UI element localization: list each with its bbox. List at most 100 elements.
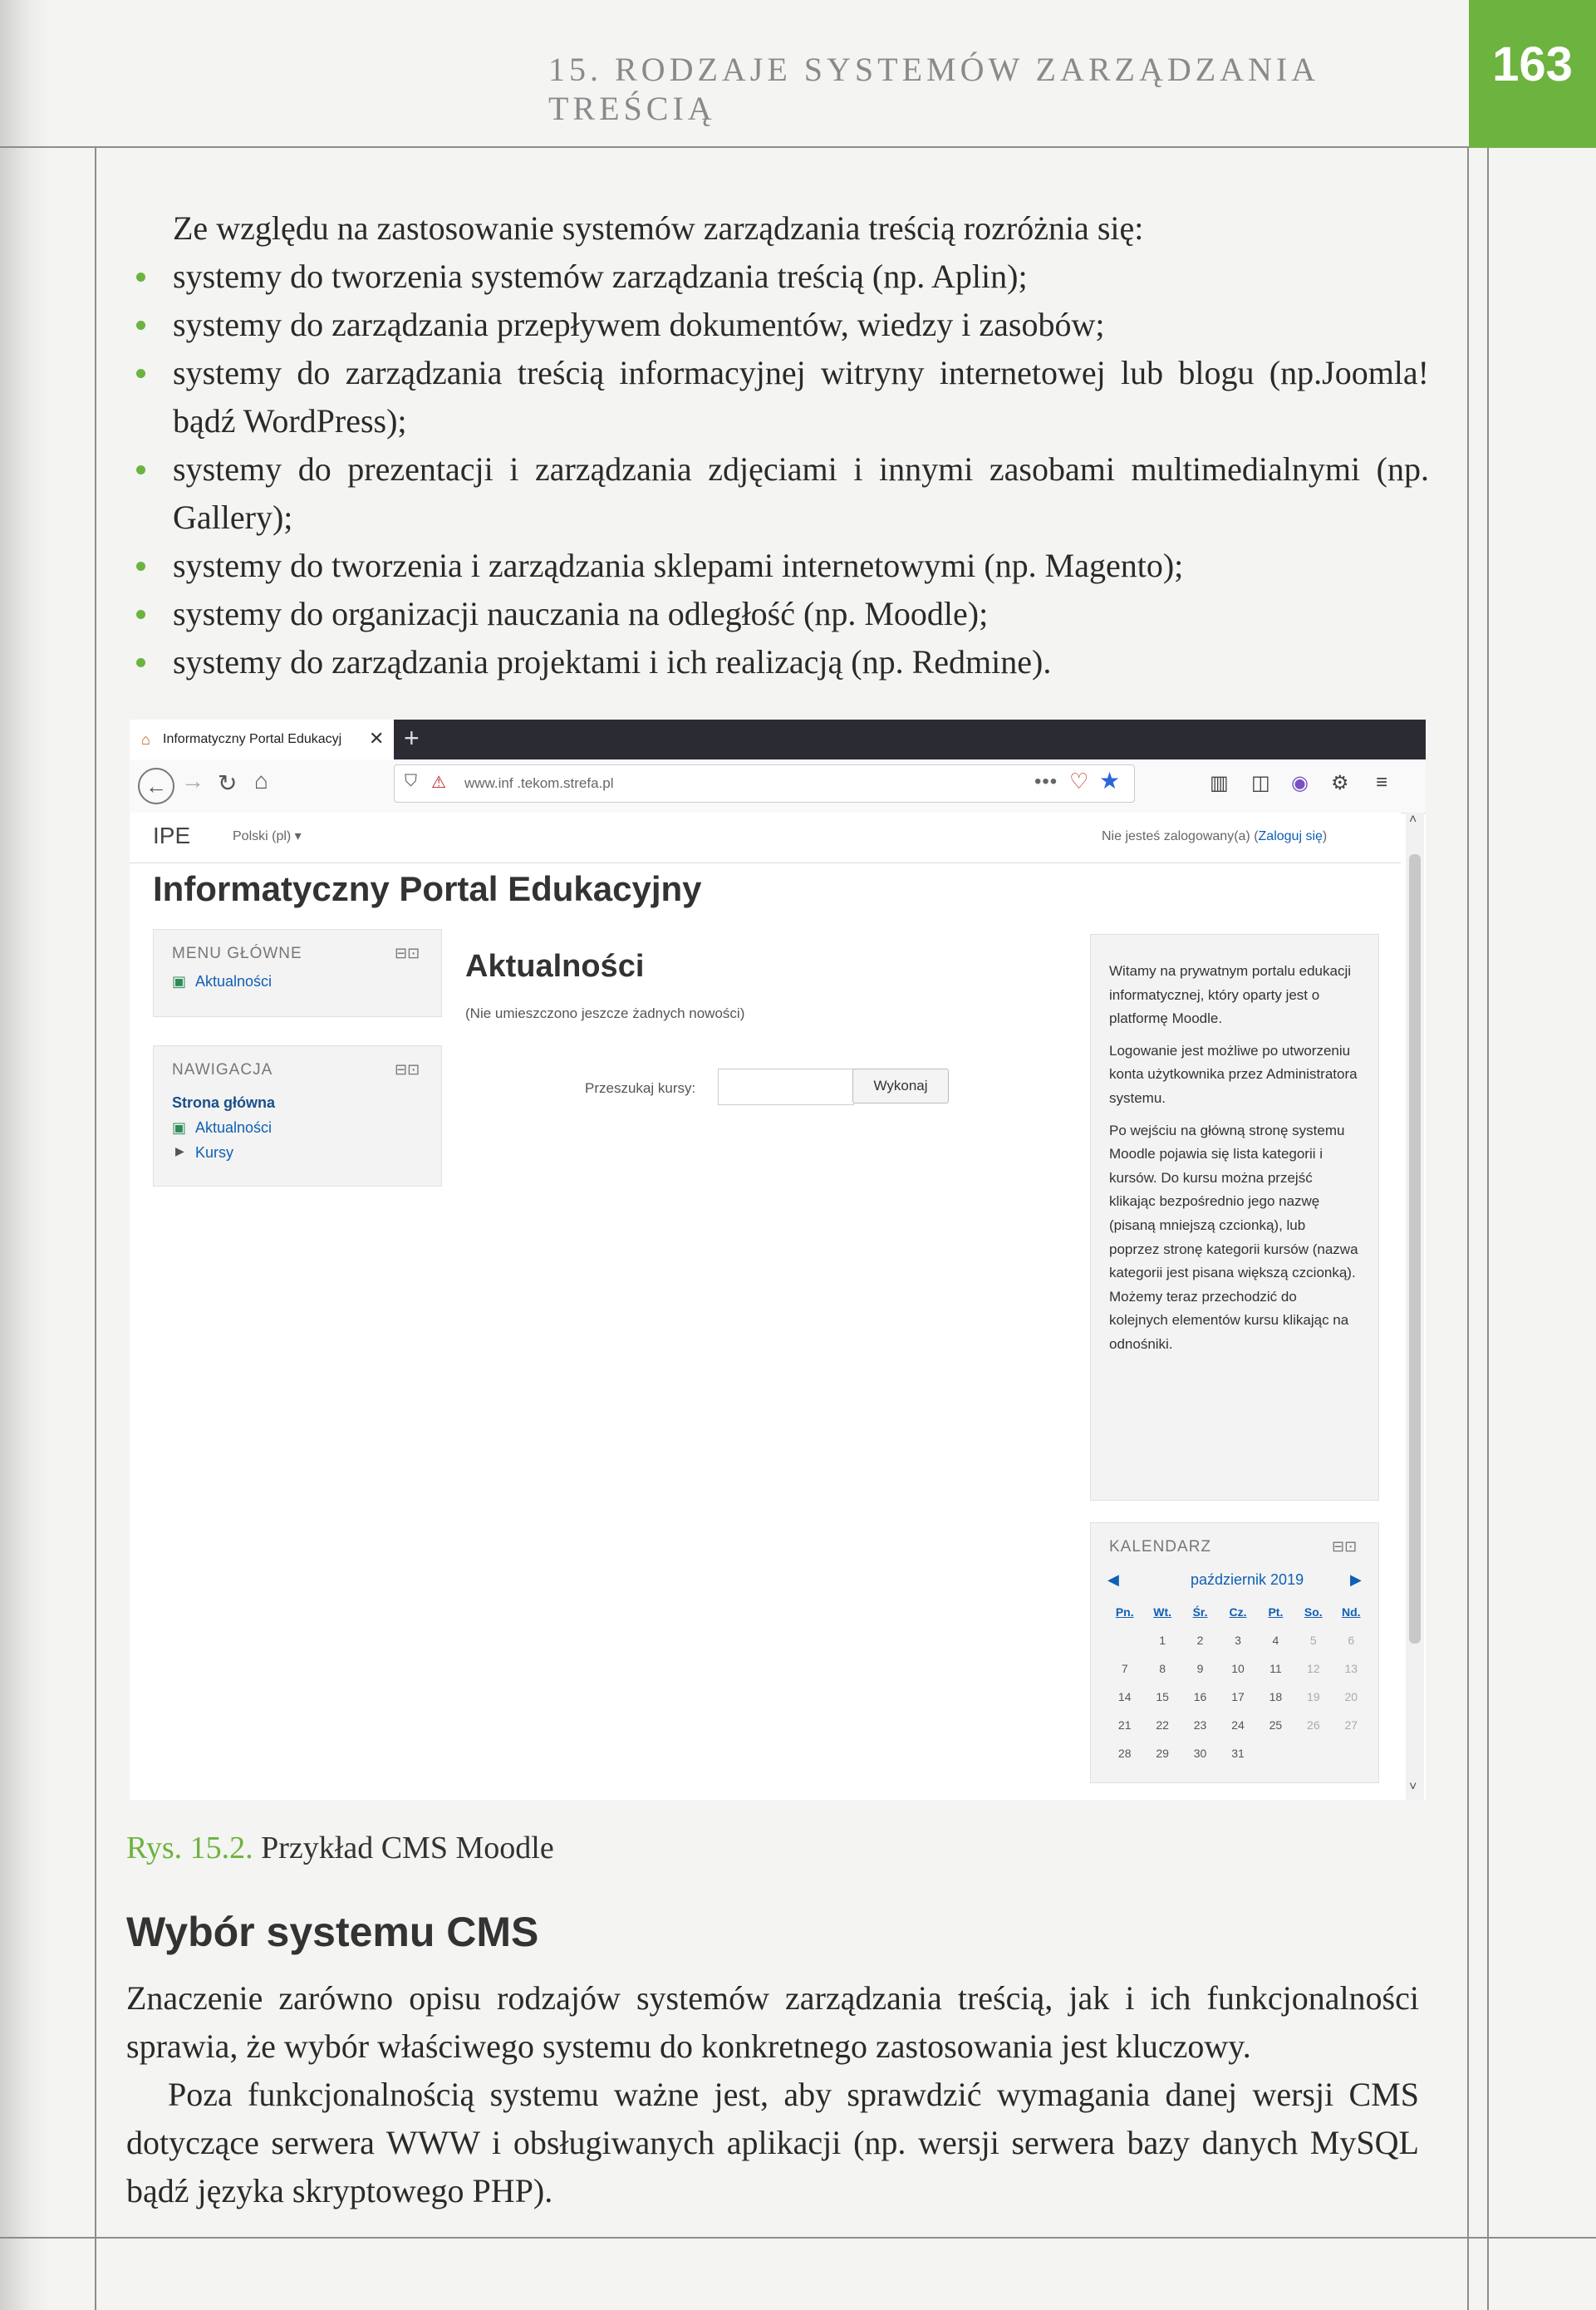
forward-arrow-icon[interactable]: → — [181, 768, 204, 794]
calendar-day[interactable]: 10 — [1219, 1654, 1256, 1683]
menu-link-news[interactable]: Aktualności — [195, 973, 272, 990]
course-search-input[interactable] — [718, 1069, 854, 1105]
scroll-up-icon[interactable]: ˄ — [1409, 813, 1417, 828]
calendar-day[interactable]: 3 — [1219, 1626, 1256, 1654]
menu-hamburger-icon[interactable]: ≡ — [1376, 771, 1387, 794]
calendar-day[interactable]: 5 — [1294, 1626, 1332, 1654]
calendar-day[interactable]: 25 — [1257, 1711, 1294, 1739]
calendar-day[interactable]: 1 — [1143, 1626, 1181, 1654]
login-link[interactable]: Zaloguj się — [1259, 829, 1323, 843]
site-brand[interactable]: IPE — [153, 823, 190, 849]
url-text: www.inf .tekom.strefa.pl — [464, 775, 614, 791]
address-bar[interactable]: ⛉ ⚠ www.inf .tekom.strefa.pl ••• ♡ ★ — [394, 764, 1135, 803]
list-item: systemy do organizacji nauczania na odle… — [133, 590, 1429, 638]
section-heading: Wybór systemu CMS — [126, 1909, 539, 1955]
calendar-day[interactable]: 20 — [1333, 1683, 1370, 1711]
calendar-day[interactable]: 7 — [1106, 1654, 1143, 1683]
library-icon[interactable]: ▥ — [1210, 771, 1229, 795]
calendar-day[interactable]: 31 — [1219, 1739, 1256, 1767]
forum-icon: ▣ — [172, 973, 187, 990]
calendar-day[interactable]: 9 — [1181, 1654, 1219, 1683]
calendar-grid: Pn. Wt. Śr. Cz. Pt. So. Nd. 1 2 3 4 5 6 … — [1106, 1598, 1370, 1767]
cms-types-list: systemy do tworzenia systemów zarządzani… — [133, 253, 1429, 686]
calendar-day[interactable]: 17 — [1219, 1683, 1256, 1711]
calendar-day[interactable]: 16 — [1181, 1683, 1219, 1711]
browser-toolbar: ← → ↻ ⌂ ⛉ ⚠ www.inf .tekom.strefa.pl •••… — [130, 759, 1426, 813]
calendar-day — [1106, 1626, 1143, 1654]
weekday-header: Pn. — [1115, 1605, 1134, 1619]
calendar-day[interactable]: 24 — [1219, 1711, 1256, 1739]
calendar-day[interactable]: 19 — [1294, 1683, 1332, 1711]
list-item: systemy do zarządzania projektami i ich … — [133, 638, 1429, 686]
browser-tab-bar: ⌂ Informatyczny Portal Edukacyj ✕ + — [130, 720, 1426, 759]
page-actions-icon[interactable]: ••• — [1034, 770, 1058, 794]
block-dock-icon[interactable]: ⊟⊡ — [395, 1061, 420, 1079]
list-item: systemy do tworzenia i zarządzania sklep… — [133, 542, 1429, 590]
intro-sentence: Ze względu na zastosowanie systemów zarz… — [173, 209, 1144, 247]
block-title: KALENDARZ — [1109, 1538, 1212, 1556]
prev-month-icon[interactable]: ◀ — [1107, 1571, 1119, 1589]
calendar-day[interactable]: 29 — [1143, 1739, 1181, 1767]
calendar-day[interactable]: 27 — [1333, 1711, 1370, 1739]
calendar-month[interactable]: październik 2019 — [1191, 1571, 1304, 1589]
pocket-icon[interactable]: ♡ — [1069, 769, 1088, 794]
scroll-thumb[interactable] — [1409, 854, 1421, 1644]
browser-tab[interactable]: ⌂ Informatyczny Portal Edukacyj ✕ — [130, 720, 394, 759]
tab-title: Informatyczny Portal Edukacyj — [163, 732, 342, 746]
site-intro-block: Witamy na prywatnym portalu edukacji inf… — [1090, 934, 1379, 1501]
calendar-day[interactable]: 6 — [1333, 1626, 1370, 1654]
scroll-down-icon[interactable]: ˅ — [1409, 1780, 1417, 1795]
main-menu-block: MENU GŁÓWNE ⊟⊡ ▣ Aktualności — [153, 929, 442, 1017]
nav-link-news[interactable]: Aktualności — [195, 1119, 272, 1137]
tab-close-icon[interactable]: ✕ — [369, 728, 384, 750]
calendar-day[interactable]: 26 — [1294, 1711, 1332, 1739]
settings-gear-icon[interactable]: ⚙ — [1331, 771, 1349, 795]
reload-icon[interactable]: ↻ — [218, 769, 237, 797]
nav-link-courses[interactable]: Kursy — [195, 1144, 233, 1162]
intro-paragraph: Po wejściu na główną stronę systemu Mood… — [1109, 1122, 1358, 1352]
language-select[interactable]: Polski (pl) ▾ — [233, 828, 302, 844]
course-search-label: Przeszukaj kursy: — [585, 1080, 696, 1096]
block-title: NAWIGACJA — [172, 1061, 273, 1079]
bookmark-star-icon[interactable]: ★ — [1099, 767, 1120, 794]
footer-rule — [0, 2237, 1596, 2239]
new-tab-button[interactable]: + — [404, 723, 420, 754]
block-title: MENU GŁÓWNE — [172, 945, 302, 962]
calendar-day — [1333, 1739, 1370, 1767]
calendar-day[interactable]: 2 — [1181, 1626, 1219, 1654]
login-suffix: ) — [1322, 829, 1328, 843]
intro-text: Witamy na prywatnym portalu edukacji inf… — [1109, 960, 1358, 1365]
nav-home-link[interactable]: Strona główna — [172, 1094, 275, 1112]
calendar-day[interactable]: 28 — [1106, 1739, 1143, 1767]
next-month-icon[interactable]: ▶ — [1350, 1571, 1362, 1589]
calendar-day[interactable]: 15 — [1143, 1683, 1181, 1711]
figure-caption: Rys. 15.2. Przykład CMS Moodle — [126, 1830, 554, 1866]
calendar-day[interactable]: 11 — [1257, 1654, 1294, 1683]
calendar-day[interactable]: 8 — [1143, 1654, 1181, 1683]
back-arrow-icon[interactable]: ← — [138, 768, 174, 804]
home-icon[interactable]: ⌂ — [254, 768, 268, 794]
weekday-header: Cz. — [1229, 1605, 1247, 1619]
block-dock-icon[interactable]: ⊟⊡ — [1332, 1538, 1357, 1556]
calendar-day — [1294, 1739, 1332, 1767]
tracking-shield-icon: ⛉ — [405, 772, 417, 790]
frame-right-line-outer — [1487, 146, 1489, 2310]
expand-arrow-icon[interactable]: ▶ — [175, 1144, 184, 1158]
intro-paragraph: Logowanie jest możliwe po utworzeniu kon… — [1109, 1042, 1358, 1106]
calendar-day[interactable]: 13 — [1333, 1654, 1370, 1683]
calendar-day[interactable]: 12 — [1294, 1654, 1332, 1683]
calendar-day[interactable]: 4 — [1257, 1626, 1294, 1654]
calendar-day[interactable]: 21 — [1106, 1711, 1143, 1739]
search-submit-button[interactable]: Wykonaj — [852, 1069, 949, 1103]
sidebar-icon[interactable]: ◫ — [1251, 771, 1270, 795]
calendar-day[interactable]: 14 — [1106, 1683, 1143, 1711]
calendar-day[interactable]: 30 — [1181, 1739, 1219, 1767]
extension-icon[interactable]: ◉ — [1291, 771, 1309, 795]
weekday-header: So. — [1304, 1605, 1323, 1619]
calendar-day[interactable]: 22 — [1143, 1711, 1181, 1739]
page-scrollbar[interactable]: ˄ ˅ — [1406, 813, 1424, 1800]
calendar-day[interactable]: 18 — [1257, 1683, 1294, 1711]
calendar-day[interactable]: 23 — [1181, 1711, 1219, 1739]
moodle-header: IPE Polski (pl) ▾ Nie jesteś zalogowany(… — [130, 813, 1401, 863]
block-dock-icon[interactable]: ⊟⊡ — [395, 945, 420, 962]
